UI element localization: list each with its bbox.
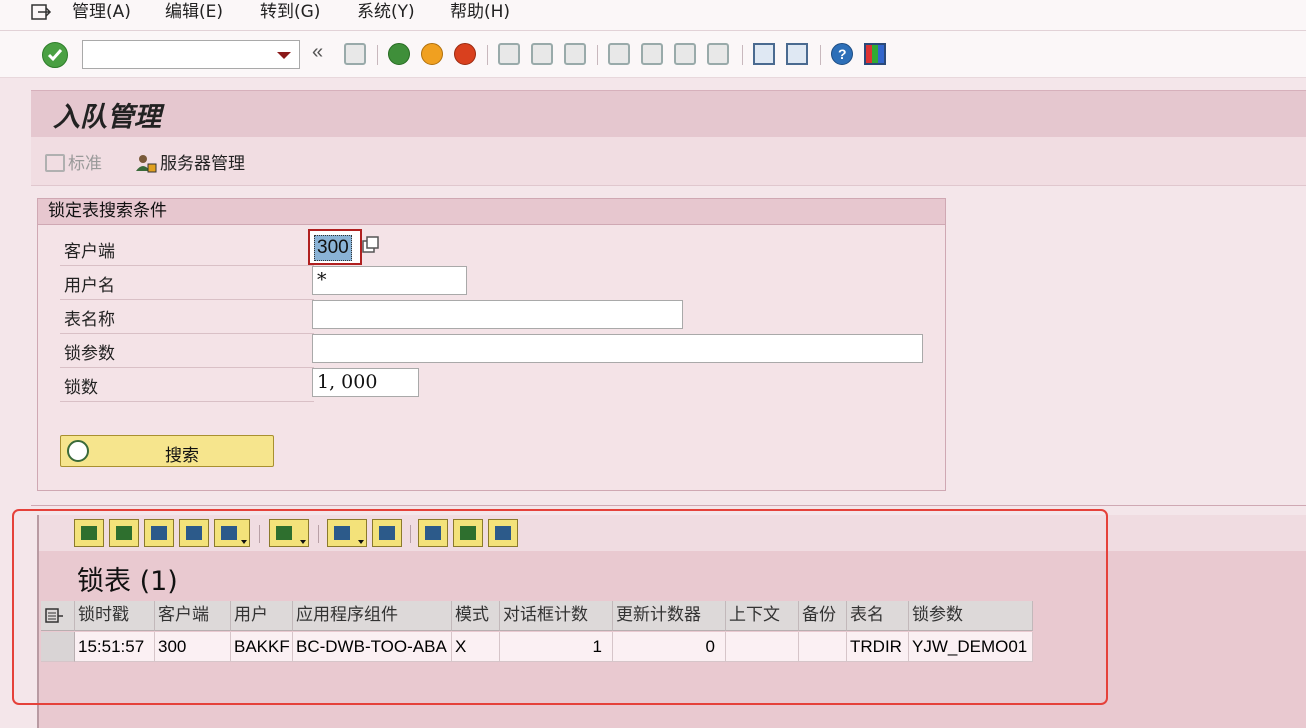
standard-label: 标准	[68, 154, 102, 174]
standard-button[interactable]: 标准	[45, 149, 102, 174]
client-field[interactable]: 300	[308, 229, 362, 265]
command-field[interactable]	[82, 40, 300, 69]
standard-icon	[45, 154, 65, 172]
clock-search-icon	[67, 440, 89, 462]
highlight-frame	[12, 509, 1108, 705]
chevron-down-icon[interactable]	[277, 52, 291, 59]
menu-bar: 管理(A) 编辑(E) 转到(G) 系统(Y) 帮助(H)	[0, 0, 1306, 31]
copy-icon[interactable]	[362, 236, 380, 254]
lock-arg-field[interactable]	[312, 334, 923, 363]
search-criteria-group: 锁定表搜索条件 客户端 300 用户名 * 表名称 锁参数 锁数 1, 000 …	[37, 198, 946, 491]
svg-text:?: ?	[838, 46, 847, 62]
title-bar: 入队管理	[31, 90, 1306, 138]
user-label: 用户名	[64, 276, 115, 296]
toolbar-separator	[377, 45, 378, 65]
lock-arg-row: 锁参数	[60, 333, 314, 368]
lock-count-row: 锁数	[60, 367, 314, 402]
toolbar-separator	[597, 45, 598, 65]
toolbar-separator	[742, 45, 743, 65]
standard-toolbar: « ?	[0, 31, 1306, 78]
lock-count-label: 锁数	[64, 378, 98, 398]
first-page-icon[interactable]	[608, 43, 630, 65]
save-icon[interactable]	[344, 43, 366, 65]
user-row: 用户名	[60, 265, 314, 300]
toolbar-separator	[820, 45, 821, 65]
table-row: 表名称	[60, 299, 314, 334]
menu-item-manage[interactable]: 管理(A)	[72, 0, 131, 24]
menu-item-help[interactable]: 帮助(H)	[450, 0, 510, 24]
new-session-icon[interactable]	[753, 43, 775, 65]
help-icon[interactable]: ?	[831, 43, 853, 65]
table-field[interactable]	[312, 300, 683, 329]
toolbar-separator	[487, 45, 488, 65]
search-button[interactable]: 搜索	[60, 435, 274, 467]
find-icon[interactable]	[531, 43, 553, 65]
table-label: 表名称	[64, 310, 115, 330]
section-divider	[31, 505, 1306, 506]
find-next-icon[interactable]	[564, 43, 586, 65]
search-button-label: 搜索	[165, 446, 199, 466]
lock-count-field[interactable]: 1, 000	[312, 368, 419, 397]
lock-arg-label: 锁参数	[64, 344, 115, 364]
layout-icon[interactable]	[864, 43, 886, 65]
enter-icon[interactable]	[42, 42, 68, 68]
menu-item-edit[interactable]: 编辑(E)	[165, 0, 223, 24]
group-heading: 锁定表搜索条件	[38, 199, 945, 225]
cancel-icon[interactable]	[454, 43, 476, 65]
menu-item-system[interactable]: 系统(Y)	[357, 0, 415, 24]
menu-icon[interactable]	[30, 2, 52, 22]
collapse-icon[interactable]: «	[312, 41, 323, 64]
application-toolbar: 标准 服务器管理	[31, 137, 1306, 186]
menu-item-goto[interactable]: 转到(G)	[260, 0, 320, 24]
back-icon[interactable]	[388, 43, 410, 65]
last-page-icon[interactable]	[707, 43, 729, 65]
exit-icon[interactable]	[421, 43, 443, 65]
shortcut-icon[interactable]	[786, 43, 808, 65]
previous-page-icon[interactable]	[641, 43, 663, 65]
print-icon[interactable]	[498, 43, 520, 65]
client-value: 300	[314, 235, 352, 261]
server-management-button[interactable]: 服务器管理	[135, 149, 245, 174]
user-field[interactable]: *	[312, 266, 467, 295]
next-page-icon[interactable]	[674, 43, 696, 65]
page-title: 入队管理	[53, 102, 161, 133]
server-user-icon	[136, 155, 157, 173]
client-row: 客户端	[60, 231, 314, 266]
client-label: 客户端	[64, 242, 115, 262]
server-management-label: 服务器管理	[160, 154, 245, 174]
